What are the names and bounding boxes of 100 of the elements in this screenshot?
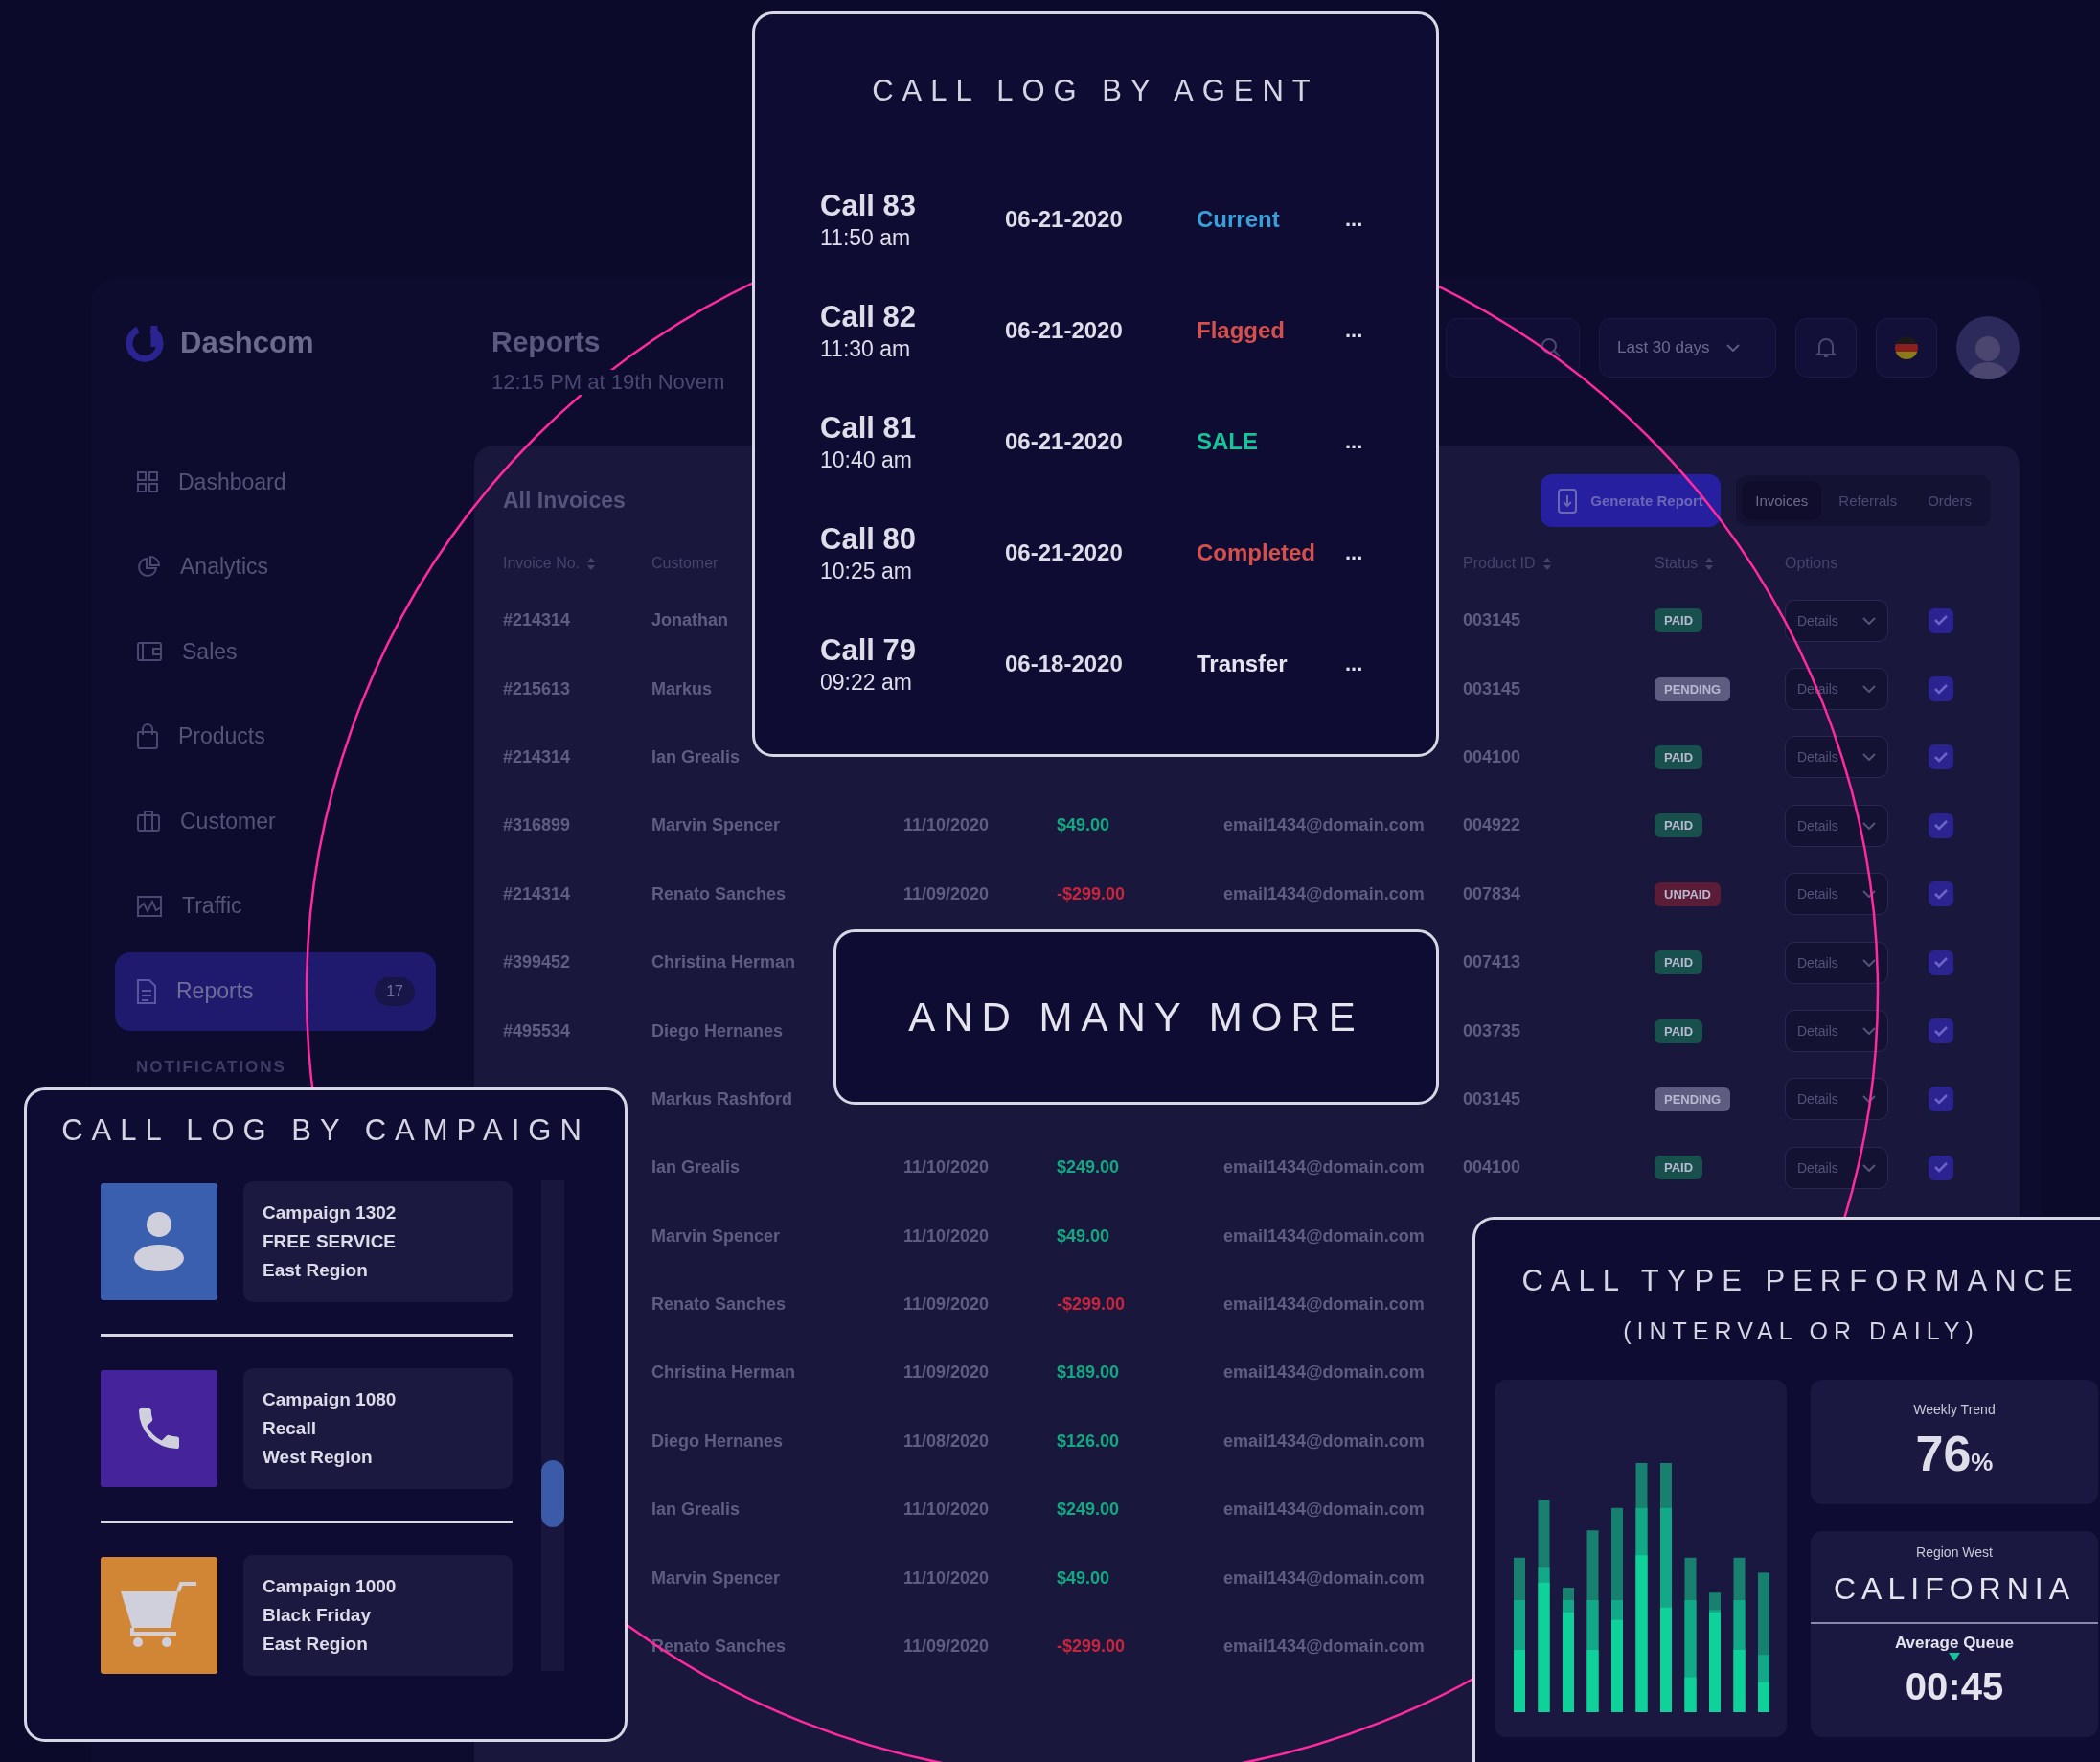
tab[interactable]: Invoices [1742,481,1822,520]
row-checkbox[interactable] [1929,1087,1953,1112]
nav-item[interactable]: Customer [115,782,436,861]
invoice-date: 11/08/2020 [903,1430,990,1452]
call-title: Call 80 [820,521,917,557]
line-chart-icon [136,894,163,918]
details-dropdown[interactable]: Details [1785,1146,1888,1189]
tab[interactable]: Referrals [1825,481,1911,520]
nav-item[interactable]: Dashboard [115,443,436,521]
language-button[interactable] [1876,318,1937,378]
row-checkbox[interactable] [1929,676,1953,702]
call-time: 09:22 am [820,669,913,696]
status-badge: PAID [1655,608,1703,633]
invoice-number: #316899 [503,815,571,836]
card-title: All Invoices [503,488,627,514]
email-address: email1434@domain.com [1223,1430,1425,1452]
product-id: 003145 [1463,1088,1521,1110]
more-button[interactable]: ... [1345,652,1363,676]
caret-icon [1862,1027,1876,1036]
call-time: 10:25 am [820,558,913,584]
nav-item[interactable]: Analytics [115,527,436,606]
invoice-amount: $126.00 [1057,1430,1120,1452]
product-id: 003145 [1463,678,1521,699]
tab[interactable]: Orders [1914,481,1985,520]
wallet-icon [136,640,163,664]
invoice-number: #399452 [503,952,571,973]
status-badge: PAID [1655,1156,1703,1180]
stat-label: Weekly Trend [1913,1402,1996,1417]
nav-item[interactable]: Traffic [115,866,436,946]
row-checkbox[interactable] [1929,1018,1953,1044]
scrollbar[interactable] [541,1180,564,1671]
nav-item[interactable]: Products [115,697,436,776]
campaign-detail: West Region [262,1447,374,1468]
customer-name: Markus [651,678,713,699]
date-range-dropdown[interactable]: Last 30 days [1599,318,1776,378]
nav-item[interactable]: Sales [115,612,436,692]
details-dropdown[interactable]: Details [1785,873,1888,916]
invoice-date: 11/10/2020 [903,1567,990,1589]
customer-name: Ian Grealis [651,1499,741,1521]
row-checkbox[interactable] [1929,744,1953,770]
details-dropdown[interactable]: Details [1785,736,1888,779]
page-title: Reports [491,326,601,358]
details-dropdown[interactable]: Details [1785,941,1888,984]
campaign-detail: FREE SERVICE [262,1231,398,1252]
notifications-button[interactable] [1795,318,1857,378]
more-button[interactable]: ... [1345,540,1363,565]
generate-report-button[interactable]: Generate Report [1541,474,1722,527]
caret-icon [1862,958,1876,967]
more-button[interactable]: ... [1345,207,1363,232]
invoice-date: 11/10/2020 [903,1499,990,1521]
stat-label: Region West [1916,1545,1993,1560]
email-address: email1434@domain.com [1223,1225,1425,1247]
triangle-down-icon [1949,1653,1960,1661]
shopping-bag-icon [136,722,159,750]
check-icon [1934,957,1948,969]
details-dropdown[interactable]: Details [1785,599,1888,642]
search-icon [1541,337,1562,358]
search-field[interactable] [1446,318,1580,378]
details-dropdown[interactable]: Details [1785,1010,1888,1053]
invoice-number: #214314 [503,883,571,904]
page-subtitle: 12:15 PM at 19th Novem [491,370,725,395]
campaign-card[interactable]: Campaign 1080 Recall West Region [243,1368,513,1489]
logo-text: Dashcom [180,326,314,360]
call-date: 06-21-2020 [1005,206,1124,233]
details-dropdown[interactable]: Details [1785,1078,1888,1121]
row-checkbox[interactable] [1929,950,1953,975]
status-badge: PAID [1655,950,1703,975]
invoice-date: 11/10/2020 [903,815,990,836]
call-title: Call 79 [820,632,917,668]
sort-icon[interactable] [1705,557,1714,570]
customer-name: Ian Grealis [651,1157,741,1178]
sort-icon[interactable] [587,557,596,570]
call-time: 10:40 am [820,446,913,473]
row-checkbox[interactable] [1929,1155,1953,1180]
invoice-number: #495534 [503,1020,571,1041]
product-id: 003145 [1463,610,1521,631]
call-status: Transfer [1197,651,1289,677]
row-checkbox[interactable] [1929,607,1953,633]
invoice-amount: $49.00 [1057,1225,1110,1247]
invoice-amount: $49.00 [1057,1567,1110,1589]
status-badge: PENDING [1655,1087,1731,1111]
campaign-detail: Campaign 1080 [262,1389,398,1410]
row-checkbox[interactable] [1929,812,1953,838]
invoice-amount: -$299.00 [1057,883,1126,904]
call-title: Call 83 [820,188,917,223]
panel-subtitle: (INTERVAL OR DAILY) [1622,1317,1980,1345]
more-button[interactable]: ... [1345,318,1363,343]
nav-item[interactable]: Reports 17 [115,951,436,1031]
caret-icon [1726,344,1741,352]
more-button[interactable]: ... [1345,429,1363,454]
campaign-card[interactable]: Campaign 1000 Black Friday East Region [243,1555,513,1676]
call-date: 06-21-2020 [1005,317,1124,344]
grid-icon [136,470,159,493]
details-dropdown[interactable]: Details [1785,804,1888,847]
row-checkbox[interactable] [1929,881,1953,907]
customer-name: Marvin Spencer [651,1567,781,1589]
campaign-detail: Recall [262,1418,317,1439]
campaign-card[interactable]: Campaign 1302 FREE SERVICE East Region [243,1181,513,1302]
sort-icon[interactable] [1542,557,1551,570]
document-icon [136,977,157,1005]
